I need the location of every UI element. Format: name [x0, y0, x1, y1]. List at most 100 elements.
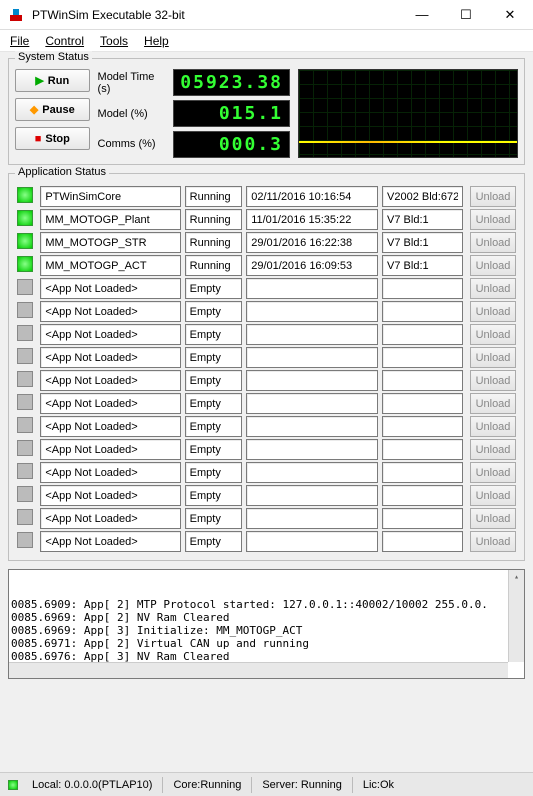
- app-status-field[interactable]: [185, 393, 243, 414]
- app-version-field[interactable]: [382, 301, 463, 322]
- log-scrollbar-horizontal[interactable]: [9, 662, 508, 678]
- app-name-field[interactable]: [40, 508, 180, 529]
- app-status-field[interactable]: [185, 186, 243, 207]
- app-datetime-field[interactable]: [246, 324, 378, 345]
- app-datetime-field[interactable]: [246, 209, 378, 230]
- app-status-field[interactable]: [185, 209, 243, 230]
- app-version-field[interactable]: [382, 255, 463, 276]
- unload-button[interactable]: Unload: [470, 301, 516, 322]
- app-version-field[interactable]: [382, 508, 463, 529]
- app-name-field[interactable]: [40, 393, 180, 414]
- app-datetime-field[interactable]: [246, 255, 378, 276]
- app-status-field[interactable]: [185, 439, 243, 460]
- app-name-field[interactable]: [40, 416, 180, 437]
- app-name-field[interactable]: [40, 186, 180, 207]
- app-version-field[interactable]: [382, 531, 463, 552]
- app-version-field[interactable]: [382, 462, 463, 483]
- log-output[interactable]: 0085.6909: App[ 2] MTP Protocol started:…: [8, 569, 525, 679]
- app-name-field[interactable]: [40, 301, 180, 322]
- app-status-field[interactable]: [185, 278, 243, 299]
- app-datetime-field[interactable]: [246, 416, 378, 437]
- app-version-field[interactable]: [382, 393, 463, 414]
- app-version-field[interactable]: [382, 370, 463, 391]
- app-status-field[interactable]: [185, 370, 243, 391]
- app-name-field[interactable]: [40, 209, 180, 230]
- app-datetime-field[interactable]: [246, 462, 378, 483]
- app-datetime-field[interactable]: [246, 347, 378, 368]
- maximize-button[interactable]: ☐: [451, 7, 481, 23]
- app-name-field[interactable]: [40, 324, 180, 345]
- app-status-field[interactable]: [185, 347, 243, 368]
- app-name-field[interactable]: [40, 278, 180, 299]
- app-row: Unload: [15, 370, 518, 391]
- app-name-field[interactable]: [40, 485, 180, 506]
- app-version-field[interactable]: [382, 439, 463, 460]
- menu-control[interactable]: Control: [45, 34, 84, 48]
- app-version-field[interactable]: [382, 186, 463, 207]
- unload-button[interactable]: Unload: [470, 439, 516, 460]
- unload-button[interactable]: Unload: [470, 186, 516, 207]
- close-button[interactable]: ✕: [495, 7, 525, 23]
- app-status-field[interactable]: [185, 462, 243, 483]
- menu-help[interactable]: Help: [144, 34, 169, 48]
- app-version-field[interactable]: [382, 209, 463, 230]
- unload-button[interactable]: Unload: [470, 531, 516, 552]
- app-status-field[interactable]: [185, 255, 243, 276]
- app-datetime-field[interactable]: [246, 370, 378, 391]
- app-datetime-field[interactable]: [246, 439, 378, 460]
- app-status-field[interactable]: [185, 508, 243, 529]
- log-scrollbar-vertical[interactable]: ▴: [508, 570, 524, 662]
- app-version-field[interactable]: [382, 278, 463, 299]
- app-status-field[interactable]: [185, 232, 243, 253]
- app-datetime-field[interactable]: [246, 485, 378, 506]
- app-version-field[interactable]: [382, 347, 463, 368]
- app-version-field[interactable]: [382, 485, 463, 506]
- app-row: Unload: [15, 324, 518, 345]
- app-status-field[interactable]: [185, 416, 243, 437]
- app-status-field[interactable]: [185, 301, 243, 322]
- app-datetime-field[interactable]: [246, 301, 378, 322]
- app-row: Unload: [15, 347, 518, 368]
- app-datetime-field[interactable]: [246, 278, 378, 299]
- minimize-button[interactable]: ―: [407, 7, 437, 23]
- unload-button[interactable]: Unload: [470, 485, 516, 506]
- menu-file[interactable]: File: [10, 34, 29, 48]
- app-name-field[interactable]: [40, 439, 180, 460]
- app-name-field[interactable]: [40, 255, 180, 276]
- app-datetime-field[interactable]: [246, 232, 378, 253]
- menu-tools[interactable]: Tools: [100, 34, 128, 48]
- app-name-field[interactable]: [40, 232, 180, 253]
- app-version-field[interactable]: [382, 416, 463, 437]
- app-version-field[interactable]: [382, 232, 463, 253]
- unload-button[interactable]: Unload: [470, 278, 516, 299]
- app-status-field[interactable]: [185, 485, 243, 506]
- unload-button[interactable]: Unload: [470, 324, 516, 345]
- system-graph: [298, 69, 518, 158]
- unload-button[interactable]: Unload: [470, 347, 516, 368]
- unload-button[interactable]: Unload: [470, 255, 516, 276]
- unload-button[interactable]: Unload: [470, 209, 516, 230]
- app-name-field[interactable]: [40, 531, 180, 552]
- unload-button[interactable]: Unload: [470, 232, 516, 253]
- app-datetime-field[interactable]: [246, 393, 378, 414]
- unload-button[interactable]: Unload: [470, 462, 516, 483]
- app-name-field[interactable]: [40, 370, 180, 391]
- run-button[interactable]: ▶Run: [15, 69, 90, 92]
- pause-button[interactable]: ◆Pause: [15, 98, 90, 121]
- app-status-field[interactable]: [185, 531, 243, 552]
- app-version-field[interactable]: [382, 324, 463, 345]
- app-status-field[interactable]: [185, 324, 243, 345]
- app-datetime-field[interactable]: [246, 186, 378, 207]
- unload-button[interactable]: Unload: [470, 393, 516, 414]
- app-name-field[interactable]: [40, 347, 180, 368]
- app-name-field[interactable]: [40, 462, 180, 483]
- unload-button[interactable]: Unload: [470, 508, 516, 529]
- status-server: Server: Running: [262, 779, 342, 791]
- app-datetime-field[interactable]: [246, 508, 378, 529]
- app-datetime-field[interactable]: [246, 531, 378, 552]
- status-led-icon: [8, 780, 18, 790]
- unload-button[interactable]: Unload: [470, 416, 516, 437]
- stop-button[interactable]: ■Stop: [15, 127, 90, 150]
- model-time-lcd: 05923.38: [173, 69, 290, 96]
- unload-button[interactable]: Unload: [470, 370, 516, 391]
